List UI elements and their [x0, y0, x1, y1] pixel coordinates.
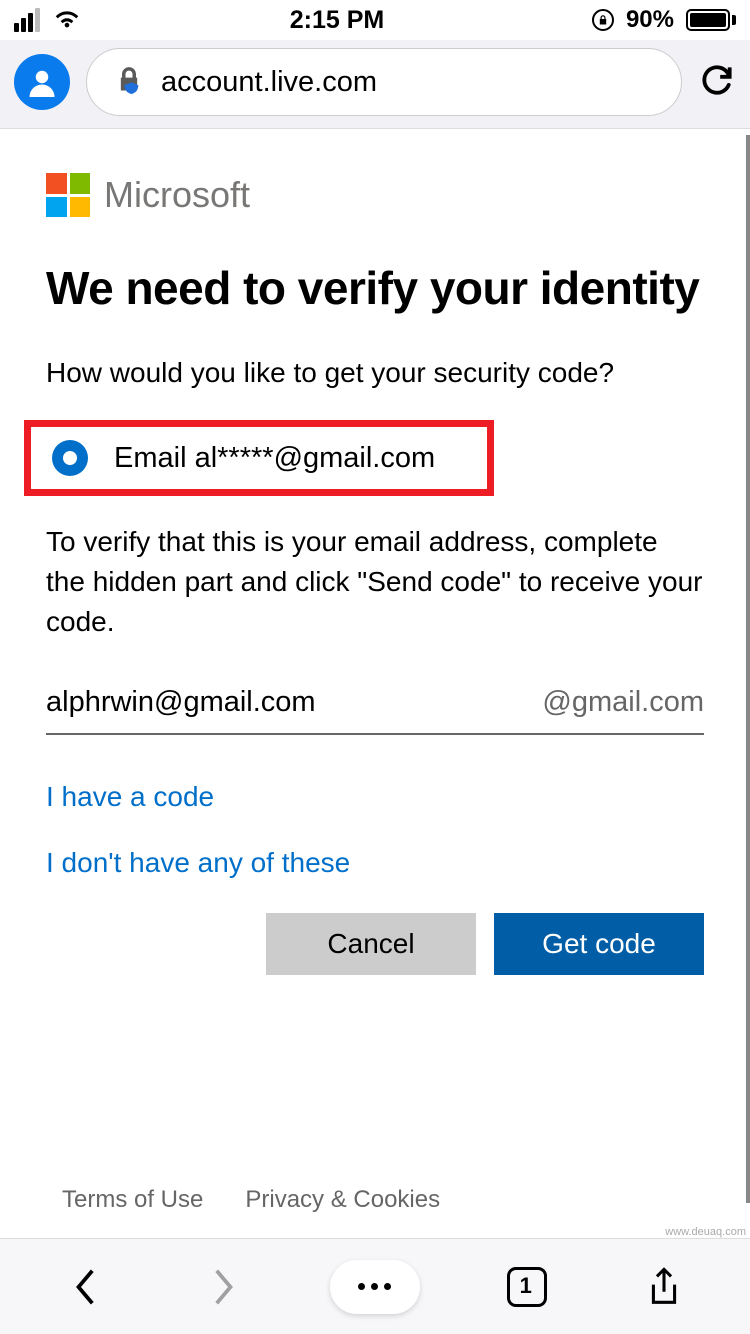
page-heading: We need to verify your identity: [46, 261, 704, 315]
privacy-link[interactable]: Privacy & Cookies: [245, 1186, 440, 1214]
orientation-lock-icon: [592, 9, 614, 31]
profile-avatar-button[interactable]: [14, 54, 70, 110]
page-content: Microsoft We need to verify your identit…: [0, 129, 750, 1238]
status-time: 2:15 PM: [290, 6, 384, 35]
email-input[interactable]: alphrwin@gmail.com @gmail.com: [46, 686, 704, 735]
address-bar[interactable]: account.live.com: [86, 48, 682, 116]
terms-link[interactable]: Terms of Use: [62, 1186, 203, 1214]
forward-button[interactable]: [193, 1257, 253, 1317]
status-bar: 2:15 PM 90%: [0, 0, 750, 40]
dots-icon: [358, 1283, 365, 1290]
cancel-button[interactable]: Cancel: [266, 913, 476, 975]
page-subheading: How would you like to get your security …: [46, 353, 704, 392]
reload-button[interactable]: [698, 61, 736, 104]
have-code-link[interactable]: I have a code: [46, 781, 704, 813]
site-security-icon: [115, 66, 143, 99]
get-code-button[interactable]: Get code: [494, 913, 704, 975]
radio-selected-icon[interactable]: [52, 440, 88, 476]
wifi-icon: [52, 6, 82, 35]
microsoft-logo: Microsoft: [46, 173, 704, 217]
menu-button[interactable]: [330, 1260, 420, 1314]
url-text: account.live.com: [161, 66, 377, 99]
microsoft-logo-text: Microsoft: [104, 174, 250, 216]
verify-option-email-label: Email al*****@gmail.com: [114, 442, 435, 475]
verify-option-email[interactable]: Email al*****@gmail.com: [46, 422, 704, 494]
cellular-signal-icon: [14, 8, 40, 32]
browser-bottom-toolbar: 1: [0, 1238, 750, 1334]
back-button[interactable]: [56, 1257, 116, 1317]
scroll-indicator: [746, 135, 750, 1203]
tabs-count: 1: [520, 1273, 532, 1299]
instruction-text: To verify that this is your email addres…: [46, 522, 704, 641]
browser-top-bar: account.live.com: [0, 40, 750, 129]
microsoft-logo-icon: [46, 173, 90, 217]
footer-links: Terms of Use Privacy & Cookies: [62, 1186, 440, 1214]
no-options-link[interactable]: I don't have any of these: [46, 847, 704, 879]
email-input-value: alphrwin@gmail.com: [46, 686, 316, 719]
tabs-button[interactable]: 1: [497, 1257, 557, 1317]
battery-percent: 90%: [626, 6, 674, 34]
share-button[interactable]: [634, 1257, 694, 1317]
battery-icon: [686, 9, 736, 31]
watermark: www.deuaq.com: [665, 1226, 746, 1238]
email-input-suffix: @gmail.com: [542, 686, 704, 719]
